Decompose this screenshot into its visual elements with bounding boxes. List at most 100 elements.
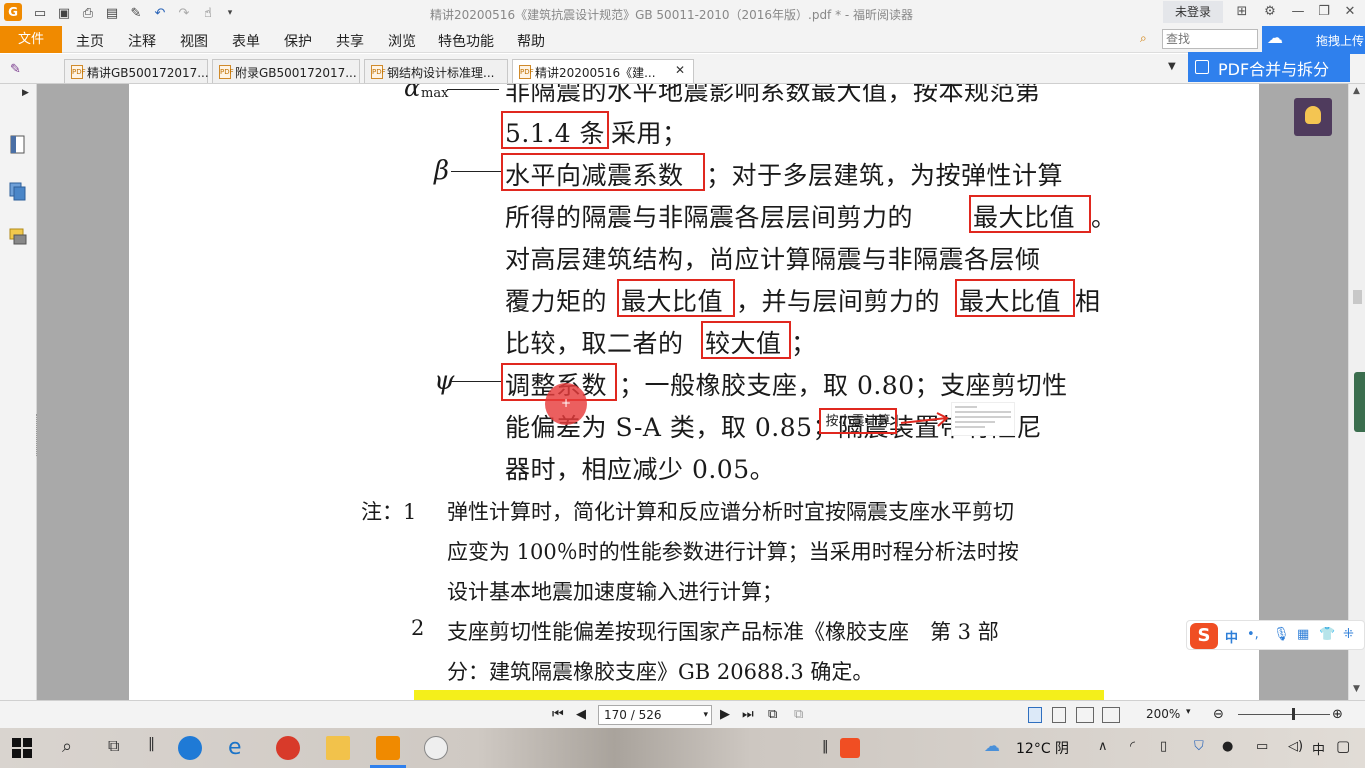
page-thumbnail-icon[interactable] xyxy=(8,134,28,156)
menu-protect[interactable]: 保护 xyxy=(284,31,312,51)
menu-comment[interactable]: 注释 xyxy=(128,31,156,51)
settings-icon[interactable]: ⚙ xyxy=(1256,3,1284,21)
keyboard-icon[interactable]: ▦ xyxy=(1297,627,1309,642)
page-dropdown-icon[interactable]: ▾ xyxy=(703,706,708,724)
menu-home[interactable]: 主页 xyxy=(76,31,104,51)
menu-share[interactable]: 共享 xyxy=(336,31,364,51)
maximize-icon[interactable]: ❐ xyxy=(1310,3,1338,21)
first-page-icon[interactable]: ⏮ xyxy=(552,707,564,722)
menu-features[interactable]: 特色功能 xyxy=(438,31,494,51)
previous-page-icon[interactable]: ◀ xyxy=(576,707,586,722)
ime-toolbar[interactable]: S 中 •, 🎙 ▦ 👕 ⁜ xyxy=(1186,620,1365,650)
next-page-icon[interactable]: ▶ xyxy=(720,707,730,722)
ime-mode[interactable]: 中 xyxy=(1225,627,1238,646)
zoom-dropdown-icon[interactable]: ▾ xyxy=(1186,707,1191,717)
toolbox-icon[interactable]: ⁜ xyxy=(1343,627,1354,642)
continuous-facing-icon[interactable] xyxy=(1102,707,1120,723)
edge-browser-icon[interactable]: e xyxy=(228,736,252,760)
qq-penguin-icon[interactable]: ● xyxy=(1222,739,1233,754)
window-title: 精讲20200516《建筑抗震设计规范》GB 50011-2010（2016年版… xyxy=(430,8,914,22)
zoom-out-icon[interactable]: ⊖ xyxy=(1213,707,1224,722)
weather-text[interactable]: 12°C 阴 xyxy=(1016,738,1069,758)
undo-icon[interactable]: ↶ xyxy=(152,5,168,21)
print-icon[interactable]: ⎙ xyxy=(80,5,96,21)
facing-page-icon[interactable] xyxy=(1076,707,1094,723)
battery-icon[interactable]: ▭ xyxy=(1256,739,1268,754)
volume-icon[interactable]: ◁) xyxy=(1288,739,1303,754)
minimize-icon[interactable]: — xyxy=(1284,3,1312,21)
annotation-textbox[interactable]: 按小震计算 xyxy=(819,408,897,434)
scroll-down-icon[interactable]: ▼ xyxy=(1353,684,1360,694)
zoom-in-icon[interactable]: ⊕ xyxy=(1332,707,1343,722)
page-number-input[interactable]: 170 / 526 ▾ xyxy=(598,705,712,725)
foxit-logo-icon[interactable]: G xyxy=(4,3,22,21)
scroll-thumb[interactable] xyxy=(1353,290,1362,304)
highlight-box xyxy=(501,111,609,149)
tab-document-4[interactable]: PDF 精讲20200516《建... ✕ xyxy=(512,59,694,83)
search-icon[interactable]: ⌕ xyxy=(1140,31,1158,47)
tab-list-dropdown-icon[interactable]: ▼ xyxy=(1168,61,1176,72)
search-input[interactable] xyxy=(1162,29,1258,49)
edit-tab-icon[interactable]: ✎ xyxy=(10,62,26,77)
task-view-icon[interactable]: ⧉ xyxy=(108,736,132,760)
new-doc-icon[interactable]: ✎ xyxy=(128,5,144,21)
tab-document-2[interactable]: PDF 附录GB500172017... xyxy=(212,59,360,83)
restore-grid-icon[interactable]: ⊞ xyxy=(1228,3,1256,21)
menu-browse[interactable]: 浏览 xyxy=(388,31,416,51)
menu-file[interactable]: 文件 xyxy=(0,26,62,53)
login-button[interactable]: 未登录 xyxy=(1163,1,1223,23)
ime-punct[interactable]: •, xyxy=(1247,627,1259,642)
open-folder-icon[interactable]: ▭ xyxy=(32,5,48,21)
zoom-level[interactable]: 200% xyxy=(1146,707,1180,721)
properties-icon[interactable]: ▤ xyxy=(104,5,120,21)
redo-icon[interactable]: ↷ xyxy=(176,5,192,21)
sogou-tray-icon[interactable] xyxy=(840,738,860,758)
cloudy-weather-icon[interactable]: ☁ xyxy=(984,736,1000,755)
cloud-upload-panel[interactable]: ☁ 拖拽上传 xyxy=(1262,26,1365,54)
windows-start-icon[interactable] xyxy=(12,738,36,762)
sogou-browser-icon[interactable] xyxy=(178,736,202,760)
search-icon[interactable]: ⌕ xyxy=(62,736,86,760)
menu-help[interactable]: 帮助 xyxy=(517,31,545,51)
notifications-icon[interactable]: ▢ xyxy=(1336,737,1350,755)
cat-app-icon[interactable] xyxy=(424,736,448,760)
single-page-icon[interactable] xyxy=(1028,707,1042,723)
zoom-slider-knob[interactable] xyxy=(1292,708,1295,720)
comments-icon[interactable] xyxy=(8,226,28,248)
usb-icon[interactable]: ▯ xyxy=(1160,739,1167,754)
menu-view[interactable]: 视图 xyxy=(180,31,208,51)
last-page-icon[interactable]: ⏭ xyxy=(742,707,754,722)
menu-form[interactable]: 表单 xyxy=(232,31,260,51)
network-icon[interactable]: ◜ xyxy=(1130,739,1135,754)
show-hidden-icons[interactable]: ∧ xyxy=(1098,739,1108,754)
pasted-image-thumbnail[interactable] xyxy=(951,402,1015,436)
tab-document-1[interactable]: PDF 精讲GB500172017... xyxy=(64,59,209,83)
save-icon[interactable]: ▣ xyxy=(56,5,72,21)
close-icon[interactable]: ✕ xyxy=(1336,3,1364,21)
skin-shirt-icon[interactable]: 👕 xyxy=(1319,627,1335,642)
zoom-slider[interactable] xyxy=(1238,714,1330,715)
close-tab-icon[interactable]: ✕ xyxy=(675,63,685,77)
tab-document-3[interactable]: PDF 钢结构设计标准理... xyxy=(364,59,508,83)
navigation-panel: ▶ xyxy=(0,84,37,700)
customize-dropdown-icon[interactable]: ▾ xyxy=(222,5,238,21)
previous-view-icon[interactable]: ⧉ xyxy=(768,707,777,722)
annotation-arrow[interactable] xyxy=(899,412,953,430)
lightbulb-icon[interactable] xyxy=(1294,98,1332,136)
security-shield-icon[interactable]: ⛉ xyxy=(1194,739,1204,754)
scroll-up-icon[interactable]: ▲ xyxy=(1353,86,1360,96)
taskbar-ime-indicator[interactable]: 中 xyxy=(1312,739,1325,758)
microphone-icon[interactable]: 🎙 xyxy=(1273,627,1290,642)
expand-panel-icon[interactable]: ▶ xyxy=(22,88,29,98)
layers-icon[interactable] xyxy=(8,180,28,202)
continuous-page-icon[interactable] xyxy=(1052,707,1066,723)
file-explorer-icon[interactable] xyxy=(326,736,350,760)
pdf-merge-split-button[interactable]: PDF合并与拆分 xyxy=(1188,52,1350,82)
next-view-icon[interactable]: ⧉ xyxy=(794,707,803,722)
foxit-reader-icon[interactable] xyxy=(376,736,400,760)
xiu-app-icon[interactable] xyxy=(276,736,300,760)
side-widget-tab[interactable] xyxy=(1354,372,1365,432)
document-viewport[interactable]: α max 非隔震的水平地震影响系数最大值，按本规范第 5.1.4 条 采用； … xyxy=(37,84,1348,700)
hand-tool-icon[interactable]: ☝ xyxy=(200,5,216,21)
sogou-logo-icon[interactable]: S xyxy=(1190,623,1218,649)
